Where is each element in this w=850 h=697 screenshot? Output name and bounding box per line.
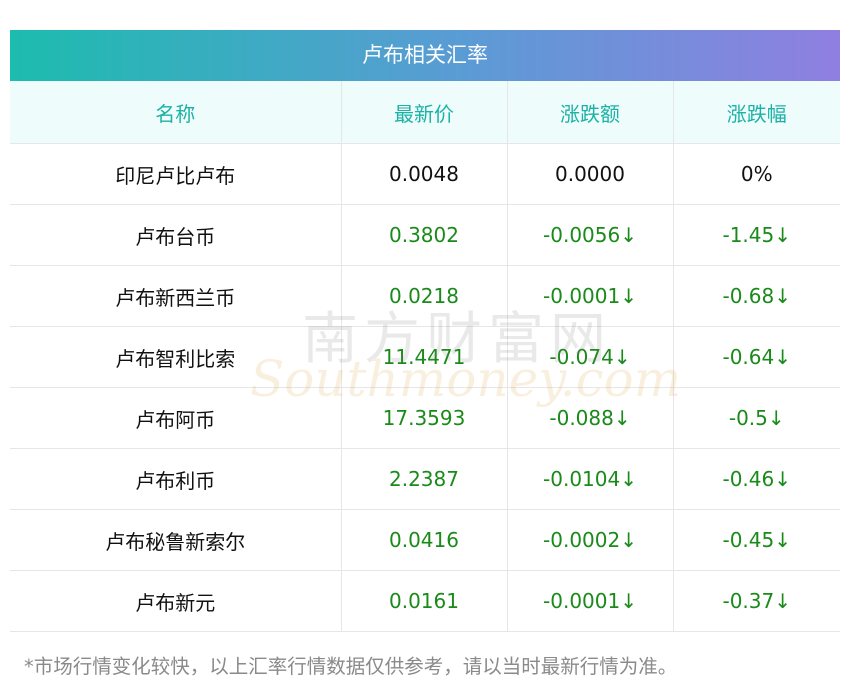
cell-price: 0.0161: [340, 570, 507, 632]
table-row: 卢布新西兰币 0.0218 -0.0001↓ -0.68↓: [10, 265, 840, 327]
rate-table-card: 卢布相关汇率 名称 最新价 涨跌额 涨跌幅 印尼卢比卢布 0.0048 0.0000…: [10, 30, 840, 632]
cell-price: 0.0048: [340, 143, 507, 205]
cell-price: 0.0416: [340, 509, 507, 571]
cell-pct: -0.64↓: [672, 326, 840, 388]
table-row: 卢布智利比索 11.4471 -0.074↓ -0.64↓: [10, 326, 840, 388]
table-title: 卢布相关汇率: [10, 30, 840, 81]
cell-pct: -0.46↓: [672, 448, 840, 510]
footnote: *市场行情变化较快，以上汇率行情数据仅供参考，请以当时最新行情为准。: [24, 655, 678, 678]
cell-price: 2.2387: [340, 448, 507, 510]
cell-change: 0.0000: [506, 143, 673, 205]
cell-pct: -1.45↓: [672, 204, 840, 266]
cell-pct: 0%: [672, 143, 840, 205]
cell-price: 0.0218: [340, 265, 507, 327]
cell-pct: -0.5↓: [672, 387, 840, 449]
cell-name: 卢布新西兰币: [10, 265, 341, 327]
cell-name: 卢布阿币: [10, 387, 341, 449]
table-row: 卢布秘鲁新索尔 0.0416 -0.0002↓ -0.45↓: [10, 509, 840, 571]
cell-pct: -0.68↓: [672, 265, 840, 327]
cell-change: -0.088↓: [506, 387, 673, 449]
cell-pct: -0.37↓: [672, 570, 840, 632]
table-row: 卢布阿币 17.3593 -0.088↓ -0.5↓: [10, 387, 840, 449]
cell-change: -0.0001↓: [506, 265, 673, 327]
cell-name: 卢布利币: [10, 448, 341, 510]
cell-price: 11.4471: [340, 326, 507, 388]
cell-change: -0.0056↓: [506, 204, 673, 266]
cell-name: 卢布智利比索: [10, 326, 341, 388]
cell-name: 印尼卢比卢布: [10, 143, 341, 205]
header-name: 名称: [10, 81, 341, 144]
table-header-row: 名称 最新价 涨跌额 涨跌幅: [10, 81, 840, 144]
cell-price: 17.3593: [340, 387, 507, 449]
cell-name: 卢布秘鲁新索尔: [10, 509, 341, 571]
cell-change: -0.0002↓: [506, 509, 673, 571]
cell-price: 0.3802: [340, 204, 507, 266]
table-row: 卢布新元 0.0161 -0.0001↓ -0.37↓: [10, 570, 840, 632]
rate-table: 名称 最新价 涨跌额 涨跌幅 印尼卢比卢布 0.0048 0.0000 0% 卢布台币 0…: [10, 81, 840, 632]
header-change: 涨跌额: [506, 81, 673, 144]
cell-change: -0.0001↓: [506, 570, 673, 632]
table-row: 卢布利币 2.2387 -0.0104↓ -0.46↓: [10, 448, 840, 510]
cell-change: -0.074↓: [506, 326, 673, 388]
table-row: 印尼卢比卢布 0.0048 0.0000 0%: [10, 143, 840, 205]
header-pct: 涨跌幅: [672, 81, 840, 144]
header-price: 最新价: [340, 81, 507, 144]
cell-change: -0.0104↓: [506, 448, 673, 510]
cell-name: 卢布新元: [10, 570, 341, 632]
table-row: 卢布台币 0.3802 -0.0056↓ -1.45↓: [10, 204, 840, 266]
cell-pct: -0.45↓: [672, 509, 840, 571]
cell-name: 卢布台币: [10, 204, 341, 266]
